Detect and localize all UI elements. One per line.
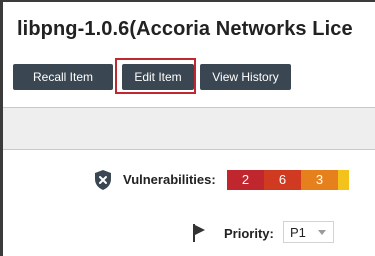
section-band bbox=[3, 107, 375, 149]
recall-item-button[interactable]: Recall Item bbox=[13, 64, 113, 90]
priority-selected-value: P1 bbox=[290, 225, 306, 240]
vuln-high-count[interactable]: 6 bbox=[264, 170, 301, 190]
window-frame-top bbox=[0, 0, 375, 2]
vuln-critical-count[interactable]: 2 bbox=[227, 170, 264, 190]
priority-select[interactable]: P1 bbox=[283, 221, 334, 243]
divider bbox=[3, 107, 375, 108]
view-history-button[interactable]: View History bbox=[200, 64, 291, 90]
page-title: libpng-1.0.6(Accoria Networks Lice bbox=[17, 18, 353, 40]
vulnerabilities-label: Vulnerabilities: bbox=[123, 172, 216, 187]
divider bbox=[3, 149, 375, 150]
chevron-down-icon bbox=[318, 230, 326, 235]
flag-icon bbox=[193, 224, 205, 242]
shield-x-icon bbox=[95, 170, 111, 190]
vulnerability-counts: 2 6 3 bbox=[227, 170, 349, 190]
vuln-low-count[interactable] bbox=[338, 170, 349, 190]
vuln-medium-count[interactable]: 3 bbox=[301, 170, 338, 190]
priority-label: Priority: bbox=[224, 226, 274, 241]
edit-item-highlight bbox=[115, 58, 196, 94]
